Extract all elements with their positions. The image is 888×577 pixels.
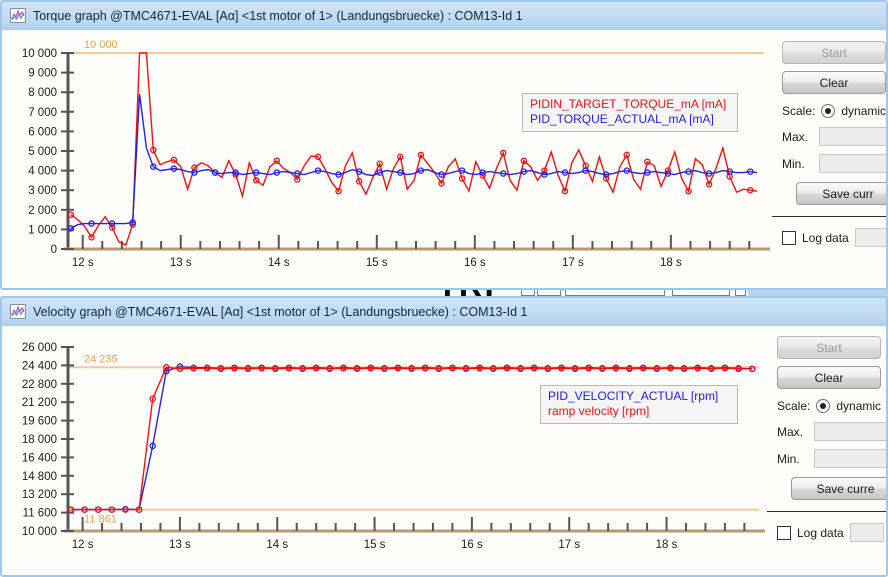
torque-max-label: Max. (782, 129, 809, 144)
torque-log-data-checkbox[interactable] (782, 230, 796, 245)
velocity-controls-separator (767, 511, 886, 512)
chart-icon (10, 8, 26, 23)
svg-text:17 s: 17 s (562, 257, 584, 269)
svg-text:11 861: 11 861 (84, 514, 117, 526)
torque-save-curve-button[interactable]: Save curr (796, 182, 886, 205)
svg-text:14 s: 14 s (268, 257, 290, 269)
svg-text:16 400: 16 400 (22, 452, 57, 464)
svg-text:0: 0 (51, 244, 57, 256)
svg-text:18 s: 18 s (656, 539, 678, 551)
svg-text:14 800: 14 800 (22, 471, 57, 483)
velocity-legend-item-1: ramp velocity [rpm] (548, 404, 650, 418)
velocity-controls: Start Clear Scale: dynamic Max. Min. Sav… (767, 327, 886, 575)
velocity-panel-titlebar: Velocity graph @TMC4671-EVAL [Aα] <1st m… (2, 298, 886, 326)
svg-text:9 000: 9 000 (28, 68, 57, 80)
svg-text:12 s: 12 s (72, 257, 94, 269)
velocity-max-input[interactable] (814, 422, 886, 441)
svg-text:10 000: 10 000 (22, 526, 57, 538)
svg-text:24 235: 24 235 (84, 353, 118, 365)
torque-log-data-label: Log data (802, 230, 849, 245)
svg-text:6 000: 6 000 (28, 126, 57, 138)
velocity-panel-body: 24 235 11 861 10 000 11 600 13 200 14 800 16 4… (2, 327, 886, 575)
torque-legend: PIDIN_TARGET_TORQUE_mA [mA] PID_TORQUE_A… (522, 93, 738, 132)
velocity-log-data-input[interactable] (849, 523, 884, 542)
svg-text:24 400: 24 400 (22, 360, 57, 372)
velocity-min-label: Min. (777, 451, 800, 466)
svg-text:13 200: 13 200 (22, 489, 57, 501)
torque-panel-title: Torque graph @TMC4671-EVAL [Aα] <1st mot… (33, 8, 523, 23)
velocity-start-button[interactable]: Start (777, 336, 881, 359)
svg-text:16 s: 16 s (464, 257, 486, 269)
velocity-graph-panel: Velocity graph @TMC4671-EVAL [Aα] <1st m… (0, 296, 888, 577)
velocity-scale-dynamic-radio[interactable] (816, 399, 831, 413)
velocity-log-data-label: Log data (797, 525, 844, 540)
torque-legend-item-0: PIDIN_TARGET_TORQUE_mA [mA] (530, 97, 727, 111)
app-root: TRI Torque graph @TMC4671-EVAL [Aα] <1st… (0, 0, 888, 577)
torque-controls-separator (772, 216, 886, 217)
svg-text:16 s: 16 s (461, 539, 483, 551)
torque-legend-item-1: PID_TORQUE_ACTUAL_mA [mA] (530, 112, 714, 126)
velocity-panel-title: Velocity graph @TMC4671-EVAL [Aα] <1st m… (33, 304, 528, 319)
torque-start-button[interactable]: Start (782, 41, 886, 64)
svg-text:21 200: 21 200 (22, 397, 57, 409)
torque-min-label: Min. (782, 156, 805, 171)
torque-clear-button[interactable]: Clear (782, 71, 886, 94)
torque-scale-label: Scale: (782, 104, 816, 118)
svg-text:5 000: 5 000 (28, 146, 57, 158)
velocity-plot: 24 235 11 861 10 000 11 600 13 200 14 800 16 4… (2, 327, 767, 575)
torque-min-input[interactable] (818, 154, 886, 173)
svg-text:18 s: 18 s (660, 257, 682, 269)
velocity-clear-button[interactable]: Clear (777, 366, 881, 389)
svg-text:4 000: 4 000 (28, 166, 57, 178)
torque-plot: 10 000 0 1 000 2 000 3 000 4 000 5 000 6 000 7 0… (2, 31, 772, 288)
velocity-scale-label: Scale: (777, 399, 811, 413)
svg-text:2 000: 2 000 (28, 205, 57, 217)
velocity-scale-value: dynamic (836, 399, 882, 413)
svg-text:17 s: 17 s (558, 539, 580, 551)
torque-scale-value: dynamic (841, 104, 887, 118)
svg-text:10 000: 10 000 (22, 48, 57, 60)
torque-panel-titlebar: Torque graph @TMC4671-EVAL [Aα] <1st mot… (2, 2, 886, 30)
svg-text:22 800: 22 800 (22, 379, 57, 391)
svg-text:11 600: 11 600 (23, 508, 57, 520)
svg-text:15 s: 15 s (364, 539, 386, 551)
svg-text:19 600: 19 600 (22, 416, 57, 428)
torque-controls: Start Clear Scale: dynamic Max. Min. Sav… (772, 31, 887, 288)
svg-text:14 s: 14 s (266, 539, 288, 551)
svg-text:13 s: 13 s (169, 539, 191, 551)
svg-text:13 s: 13 s (170, 257, 192, 269)
torque-panel-body: 10 000 0 1 000 2 000 3 000 4 000 5 000 6 000 7 0… (2, 31, 886, 288)
torque-max-input[interactable] (818, 127, 886, 146)
chart-icon (10, 304, 26, 319)
torque-scale-dynamic-radio[interactable] (821, 104, 836, 118)
velocity-legend-item-0: PID_VELOCITY_ACTUAL [rpm] (548, 389, 719, 403)
svg-text:26 000: 26 000 (22, 342, 57, 354)
svg-text:10 000: 10 000 (84, 39, 118, 51)
velocity-save-curve-button[interactable]: Save curre (791, 477, 886, 500)
velocity-legend: PID_VELOCITY_ACTUAL [rpm] ramp velocity … (540, 385, 738, 424)
velocity-log-data-checkbox[interactable] (777, 525, 791, 540)
svg-text:15 s: 15 s (366, 257, 388, 269)
svg-text:7 000: 7 000 (28, 107, 57, 119)
velocity-min-input[interactable] (814, 449, 886, 468)
svg-text:1 000: 1 000 (28, 224, 57, 236)
velocity-max-label: Max. (777, 424, 804, 439)
svg-text:3 000: 3 000 (28, 185, 57, 197)
svg-text:12 s: 12 s (72, 539, 94, 551)
svg-text:8 000: 8 000 (28, 87, 57, 99)
torque-log-data-input[interactable] (854, 228, 886, 247)
torque-graph-panel: Torque graph @TMC4671-EVAL [Aα] <1st mot… (0, 0, 888, 290)
svg-text:18 000: 18 000 (22, 434, 57, 446)
